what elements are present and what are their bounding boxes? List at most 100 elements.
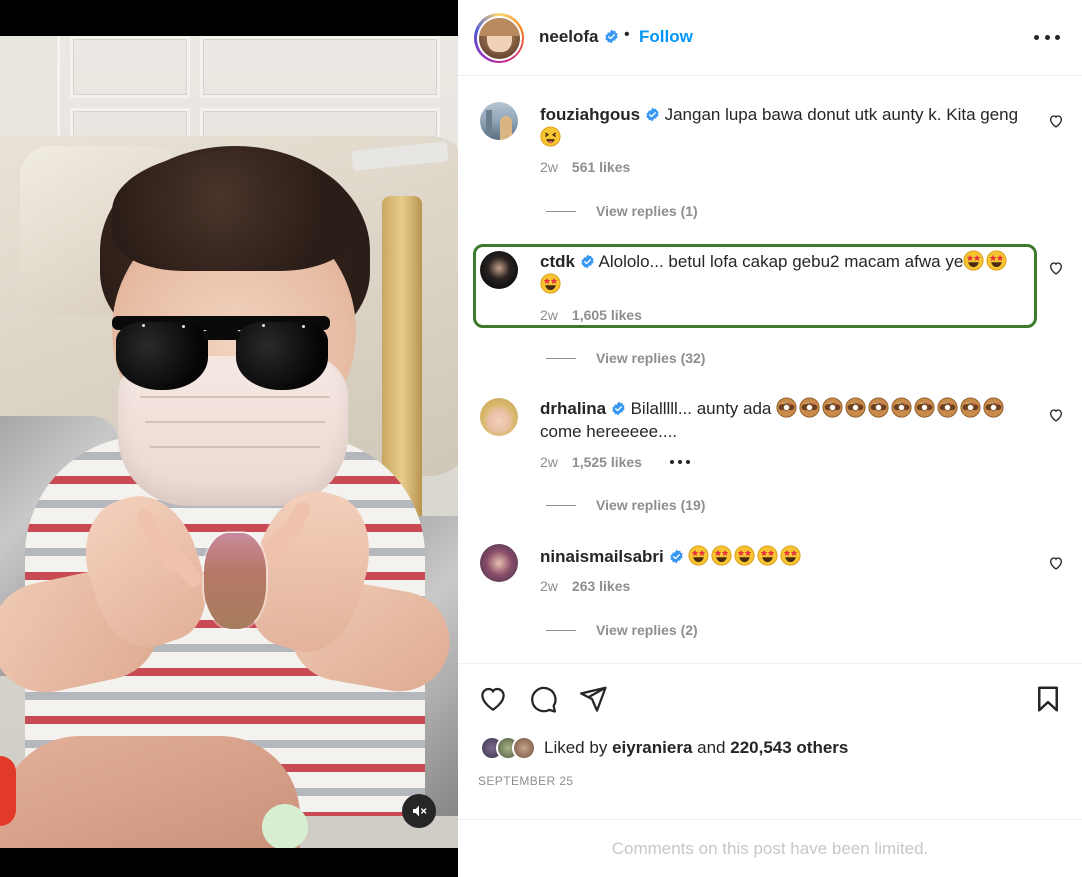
squint-tongue-emoji: [540, 126, 561, 147]
story-ring[interactable]: [474, 13, 524, 63]
heart-icon[interactable]: [1048, 113, 1064, 129]
post-media[interactable]: [0, 0, 458, 877]
left-lens: [116, 322, 208, 390]
likes-summary: Liked by eiyraniera and 220,543 others: [480, 736, 848, 760]
verified-badge-icon: [605, 29, 618, 44]
avatar[interactable]: [480, 102, 518, 140]
likes-prefix: Liked by: [544, 738, 608, 757]
post-date[interactable]: SEPTEMBER 25: [478, 774, 574, 788]
comments-limited-notice: Comments on this post have been limited.: [458, 819, 1082, 877]
post-photo: [0, 36, 458, 848]
mute-button[interactable]: [402, 794, 436, 828]
glint: [182, 325, 185, 328]
likes-text[interactable]: Liked by eiyraniera and 220,543 others: [544, 738, 848, 758]
doughnut-emoji: [868, 397, 889, 418]
doughnut-emoji: [845, 397, 866, 418]
likes-user[interactable]: eiyraniera: [612, 738, 692, 757]
post-actions: Liked by eiyraniera and 220,543 others S…: [458, 663, 1082, 877]
sunglasses-sticker: [112, 316, 330, 396]
post-panel: neelofa • Follow fouziahgous Jangan lupa…: [458, 0, 1082, 877]
comment-meta: 2w 1,605 likes: [540, 307, 642, 323]
star-eyes-emoji: [780, 545, 801, 566]
wall-panel: [200, 36, 440, 98]
star-eyes-emoji: [963, 250, 984, 271]
bracelet: [262, 804, 308, 848]
verified-badge-icon: [612, 401, 625, 416]
comment-likes[interactable]: 561 likes: [572, 159, 630, 175]
likes-middle: and: [697, 738, 726, 757]
baby-fringe: [112, 151, 352, 271]
comment-time[interactable]: 2w: [540, 159, 558, 175]
mask-fold: [150, 446, 320, 448]
comment-time[interactable]: 2w: [540, 454, 558, 470]
comment-username[interactable]: ctdk: [540, 252, 575, 271]
comment-meta: 2w 561 likes: [540, 159, 630, 175]
heart-icon[interactable]: [1048, 407, 1064, 423]
comment-text: fouziahgous Jangan lupa bawa donut utk a…: [540, 103, 1040, 149]
header-separator: •: [624, 26, 630, 43]
avatar[interactable]: [480, 544, 518, 582]
avatar-person: [500, 116, 512, 140]
likes-others[interactable]: 220,543 others: [730, 738, 848, 757]
more-options-icon[interactable]: [1034, 26, 1060, 48]
doughnut-emoji: [776, 397, 797, 418]
share-icon[interactable]: [578, 684, 608, 714]
heart-icon[interactable]: [478, 684, 508, 714]
comment-username[interactable]: fouziahgous: [540, 105, 640, 124]
comment-likes[interactable]: 263 likes: [572, 578, 630, 594]
post-author-username[interactable]: neelofa: [539, 27, 599, 47]
glint: [302, 325, 305, 328]
glint: [262, 324, 265, 327]
right-lens: [236, 322, 328, 390]
doughnut-emoji: [914, 397, 935, 418]
mask-fold: [140, 396, 330, 398]
view-replies-button[interactable]: View replies (19): [546, 497, 705, 513]
comment-message-continued: come hereeeee....: [540, 422, 678, 441]
comment-text: ninaismailsabri: [540, 545, 1040, 568]
emoji-row: [776, 397, 1006, 418]
post-header: neelofa • Follow: [458, 0, 1082, 76]
comment-icon[interactable]: [528, 684, 558, 714]
comment-time[interactable]: 2w: [540, 578, 558, 594]
star-eyes-emoji: [711, 545, 732, 566]
verified-badge-icon: [581, 254, 594, 269]
star-eyes-emoji: [757, 545, 778, 566]
view-replies-label: View replies (19): [596, 497, 706, 513]
heart-icon[interactable]: [1048, 260, 1064, 276]
view-replies-label: View replies (1): [596, 203, 698, 219]
verified-badge-icon: [646, 107, 659, 122]
sound-off-icon: [413, 805, 427, 817]
follow-button[interactable]: Follow: [639, 27, 693, 47]
glasses-bridge: [204, 330, 240, 340]
heart-icon[interactable]: [1048, 555, 1064, 571]
donut-sticker: [204, 533, 266, 629]
view-replies-button[interactable]: View replies (1): [546, 203, 698, 219]
avatar[interactable]: [480, 398, 518, 436]
comment-time[interactable]: 2w: [540, 307, 558, 323]
view-replies-button[interactable]: View replies (32): [546, 350, 705, 366]
comment-meta: 2w 1,525 likes: [540, 454, 642, 470]
verified-badge-icon: [669, 549, 683, 564]
star-eyes-emoji: [540, 273, 561, 294]
star-eyes-emoji: [688, 545, 709, 566]
doughnut-emoji: [822, 397, 843, 418]
doughnut-emoji: [891, 397, 912, 418]
bookmark-icon[interactable]: [1033, 684, 1063, 714]
more-options-icon[interactable]: [670, 460, 690, 464]
comment-message: Bilalllll... aunty ada: [630, 399, 772, 418]
comment-text: drhalina Bilalllll... aunty ada come her…: [540, 397, 1040, 443]
avatar[interactable]: [480, 251, 518, 289]
comment-username[interactable]: drhalina: [540, 399, 606, 418]
comment-meta: 2w 263 likes: [540, 578, 630, 594]
avatar[interactable]: [512, 736, 536, 760]
comment-username[interactable]: ninaismailsabri: [540, 547, 664, 566]
comment-message: Jangan lupa bawa donut utk aunty k. Kita…: [664, 105, 1019, 124]
avatar[interactable]: [478, 17, 520, 59]
doughnut-emoji: [960, 397, 981, 418]
adult-hand: [0, 736, 300, 848]
view-replies-label: View replies (2): [596, 622, 698, 638]
comment-likes[interactable]: 1,605 likes: [572, 307, 642, 323]
doughnut-emoji: [937, 397, 958, 418]
view-replies-button[interactable]: View replies (2): [546, 622, 698, 638]
comment-likes[interactable]: 1,525 likes: [572, 454, 642, 470]
